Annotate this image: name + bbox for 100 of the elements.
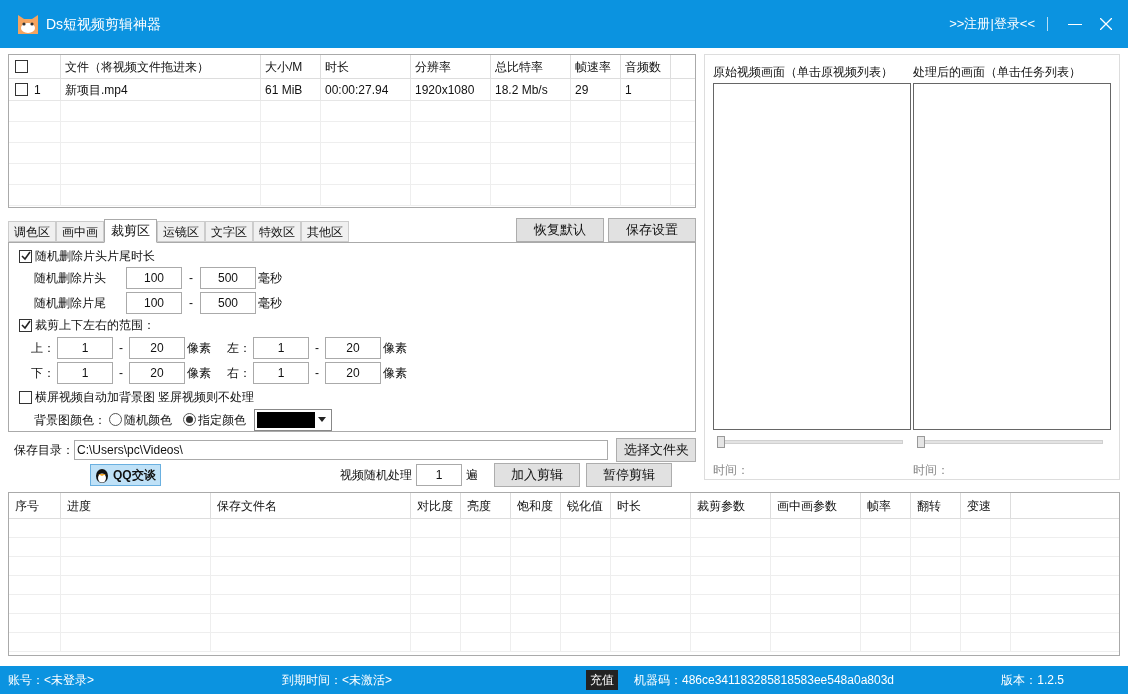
- penguin-icon: [95, 467, 109, 483]
- machine-code: 机器码：486ce341183285818583ee548a0a803d: [634, 672, 894, 689]
- unit-label: 毫秒: [258, 294, 282, 312]
- table-cell: 18.2 Mb/s: [491, 79, 571, 100]
- number-field[interactable]: 500: [200, 267, 256, 290]
- unit-label: 像素: [187, 364, 211, 382]
- close-icon[interactable]: [1100, 18, 1112, 30]
- caret-icon: [318, 417, 326, 423]
- number-field[interactable]: 1: [57, 361, 113, 384]
- radio-button[interactable]: [109, 413, 122, 427]
- unit-label: 像素: [187, 340, 211, 357]
- column-header[interactable]: 裁剪参数: [691, 493, 771, 518]
- column-header[interactable]: 变速: [961, 493, 1011, 518]
- field-label: 背景图颜色：: [34, 411, 106, 429]
- table-cell-text: 1: [34, 81, 41, 99]
- minimize-icon[interactable]: [1068, 23, 1082, 25]
- checkbox[interactable]: [15, 83, 28, 96]
- table-cell: 新项目.mp4: [61, 79, 261, 100]
- column-header[interactable]: 进度: [61, 493, 211, 518]
- color-dropdown[interactable]: [254, 408, 332, 431]
- field-label: 随机删除片头: [34, 270, 107, 288]
- number-field[interactable]: 1: [253, 361, 309, 384]
- slider-thumb[interactable]: [917, 436, 925, 449]
- recharge-button[interactable]: 充值: [586, 670, 618, 690]
- number-field[interactable]: 1: [416, 464, 462, 486]
- checkbox-label: 裁剪上下左右的范围：: [35, 317, 155, 335]
- unit-label: 像素: [383, 340, 407, 357]
- column-header[interactable]: 饱和度: [511, 493, 561, 518]
- number-field[interactable]: 1: [253, 337, 309, 359]
- field-label: 随机删除片尾: [34, 294, 107, 312]
- field-label: 上：: [31, 340, 56, 357]
- checkbox[interactable]: [19, 249, 32, 263]
- preview-title: 处理后的画面（单击任务列表）: [913, 64, 1082, 81]
- column-header[interactable]: 对比度: [411, 493, 461, 518]
- unit-label: 遍: [466, 467, 478, 484]
- column-header[interactable]: 音频数: [621, 55, 671, 78]
- field-label: 保存目录：: [14, 442, 74, 459]
- column-header[interactable]: 大小/M: [261, 55, 321, 78]
- column-header[interactable]: 序号: [9, 493, 61, 518]
- dash: -: [118, 364, 124, 382]
- add-to-edit-button[interactable]: 加入剪辑: [494, 463, 580, 487]
- tab[interactable]: 裁剪区: [104, 219, 157, 243]
- column-header[interactable]: 时长: [611, 493, 691, 518]
- window-title: Ds短视频剪辑神器: [46, 14, 162, 34]
- slider-thumb[interactable]: [717, 436, 725, 449]
- number-field[interactable]: 20: [325, 337, 381, 359]
- column-header[interactable]: 翻转: [911, 493, 961, 518]
- save-directory-field[interactable]: C:\Users\pc\Videos\: [74, 440, 608, 460]
- number-field[interactable]: 20: [129, 337, 185, 359]
- unit-label: 毫秒: [258, 270, 282, 288]
- field-label: 下：: [31, 364, 56, 382]
- number-field[interactable]: 20: [129, 361, 185, 384]
- dash: -: [188, 294, 194, 312]
- choose-folder-button[interactable]: 选择文件夹: [616, 438, 696, 462]
- table-cell: 61 MiB: [261, 79, 321, 100]
- tab[interactable]: 画中画: [56, 221, 104, 242]
- pause-edit-button[interactable]: 暂停剪辑: [586, 463, 672, 487]
- checkbox[interactable]: [15, 60, 28, 73]
- tab[interactable]: 调色区: [8, 221, 56, 242]
- checkbox[interactable]: [19, 318, 32, 332]
- column-header[interactable]: 帧速率: [571, 55, 621, 78]
- table-cell: 29: [571, 79, 621, 100]
- column-header[interactable]: 时长: [321, 55, 411, 78]
- number-field[interactable]: 100: [126, 267, 182, 290]
- column-header[interactable]: 帧率: [861, 493, 911, 518]
- qq-chat-button[interactable]: QQ交谈: [90, 464, 161, 486]
- version-label: 版本：1.2.5: [1001, 672, 1064, 689]
- column-header[interactable]: 保存文件名: [211, 493, 411, 518]
- radio-label: 指定颜色: [198, 411, 246, 429]
- column-header[interactable]: 亮度: [461, 493, 511, 518]
- tab[interactable]: 其他区: [301, 221, 349, 242]
- tab[interactable]: 运镜区: [157, 221, 205, 242]
- column-header[interactable]: 锐化值: [561, 493, 611, 518]
- field-label: 视频随机处理: [340, 467, 412, 484]
- expiry-status: 到期时间：<未激活>: [282, 672, 393, 689]
- dash: -: [118, 340, 124, 357]
- number-field[interactable]: 1: [57, 337, 113, 359]
- column-header[interactable]: 画中画参数: [771, 493, 861, 518]
- column-header[interactable]: 文件（将视频文件拖进来）: [61, 55, 261, 78]
- number-field[interactable]: 20: [325, 361, 381, 384]
- table-cell: 1: [621, 79, 671, 100]
- cat-logo-icon: [16, 12, 40, 36]
- number-field[interactable]: 100: [126, 291, 182, 314]
- restore-defaults-button[interactable]: 恢复默认: [516, 218, 604, 242]
- field-label: 左：: [227, 340, 252, 357]
- checkbox[interactable]: [19, 390, 32, 404]
- tab[interactable]: 文字区: [205, 221, 253, 242]
- dash: -: [188, 270, 194, 288]
- table-cell: 00:00:27.94: [321, 79, 411, 100]
- number-field[interactable]: 500: [200, 291, 256, 314]
- radio-button[interactable]: [183, 413, 196, 427]
- save-settings-button[interactable]: 保存设置: [608, 218, 696, 242]
- checkbox-label: 横屏视频自动加背景图 竖屏视频则不处理: [35, 389, 255, 407]
- dash: -: [314, 364, 320, 382]
- column-header[interactable]: 总比特率: [491, 55, 571, 78]
- checkbox-label: 随机删除片头片尾时长: [35, 248, 155, 265]
- account-status: 账号：<未登录>: [8, 672, 95, 689]
- dash: -: [314, 340, 320, 357]
- tab[interactable]: 特效区: [253, 221, 301, 242]
- column-header[interactable]: 分辨率: [411, 55, 491, 78]
